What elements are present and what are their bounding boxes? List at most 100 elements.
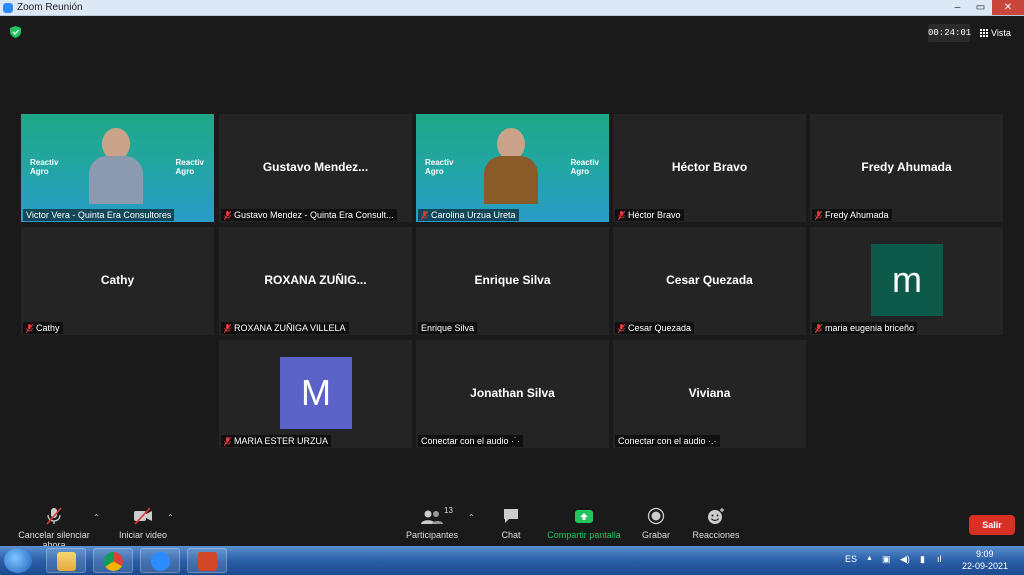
mic-muted-icon [421,210,428,220]
participant-caption-text: Carolina Urzua Ureta [431,210,516,220]
record-button[interactable]: Grabar [638,507,674,540]
mic-muted-icon [224,210,231,220]
view-button[interactable]: Vista [980,24,1011,42]
participant-tile[interactable]: Reactiv Agro Reactiv Agro Carolina Urzua Ure… [416,114,609,222]
participant-name: Enrique Silva [474,273,551,287]
participant-caption: Cathy [23,322,63,334]
zoom-window: Zoom Reunión – ▭ ✕ 00:24:01 Vista Reacti… [0,0,1024,575]
participant-tile[interactable]: Viviana Conectar con el audio ·.· [613,340,806,448]
participant-caption: Fredy Ahumada [812,209,892,221]
view-label: Vista [991,28,1011,38]
participant-tile[interactable]: m maria eugenia briceño [810,227,1003,335]
participant-caption: Gustavo Mendez - Quinta Era Consult... [221,209,397,221]
battery-icon[interactable]: ▮ [920,554,925,565]
start-video-button[interactable]: Iniciar video [115,507,171,540]
participant-caption-text: Enrique Silva [421,323,475,333]
leave-button[interactable]: Salir [969,515,1015,535]
participant-tile[interactable]: Cesar Quezada Cesar Quezada [613,227,806,335]
signal-icon[interactable]: ıl [937,554,942,564]
participant-tile[interactable]: Jonathan Silva Conectar con el audio ·˙· [416,340,609,448]
zoom-app-icon [3,3,13,13]
participant-caption: Conectar con el audio ·.· [615,435,720,447]
participant-caption: Cesar Quezada [615,322,695,334]
participant-caption: Victor Vera - Quinta Era Consultores [23,209,175,221]
tray-chevron-icon[interactable]: ▲ [866,555,873,562]
title-bar: Zoom Reunión – ▭ ✕ [0,0,1024,16]
participants-label: Participantes [405,530,459,540]
unmute-button[interactable]: Cancelar silenciar ahora [6,507,102,550]
close-button[interactable]: ✕ [992,0,1024,15]
participant-avatar: M [280,357,352,429]
participant-caption-text: ROXANA ZUÑIGA VILLELA [234,323,346,333]
chevron-up-icon[interactable]: ⌃ [167,513,174,522]
participant-caption: Héctor Bravo [615,209,684,221]
participant-caption-text: Conectar con el audio ·˙· [421,436,521,446]
video-logo-text: Reactiv Agro [30,158,59,176]
participant-caption-text: maria eugenia briceño [825,323,915,333]
participant-tile[interactable]: Reactiv Agro Reactiv Agro Victor Vera - Quin… [21,114,214,222]
network-icon[interactable]: ▣ [882,554,891,565]
participant-name: Cathy [100,273,135,287]
person-silhouette [484,128,538,208]
smiley-icon [708,508,724,524]
participant-caption: Enrique Silva [418,322,478,334]
participant-caption-text: Victor Vera - Quinta Era Consultores [26,210,172,220]
participant-caption: Conectar con el audio ·˙· [418,435,524,447]
participant-avatar: m [871,244,943,316]
chat-button[interactable]: Chat [492,507,530,540]
mic-muted-icon [224,323,231,333]
mic-muted-icon [618,210,625,220]
participant-tile[interactable]: Gustavo Mendez... Gustavo Mendez - Quinta… [219,114,412,222]
participant-name: ROXANA ZUÑIG... [264,273,367,287]
chrome-taskbar-button[interactable] [93,548,133,573]
mic-muted-icon [26,323,33,333]
minimize-button[interactable]: – [946,0,969,15]
presentation-taskbar-button[interactable] [187,548,227,573]
participant-name: Viviana [688,386,731,400]
video-logo-text: Reactiv Agro [175,158,204,176]
reactions-label: Reacciones [692,530,740,540]
language-indicator[interactable]: ES [845,554,857,564]
grid-view-icon [980,29,988,37]
windows-taskbar: ES ▲ ▣ ◀) ▮ ıl 9:09 22-09-2021 [0,546,1024,575]
participants-count: 13 [444,506,453,515]
record-icon [647,507,665,525]
participants-icon [421,510,443,524]
zoom-taskbar-button[interactable] [140,548,180,573]
participant-caption-text: Cesar Quezada [628,323,692,333]
mic-muted-icon [815,210,822,220]
participants-button[interactable]: 13 Participantes [402,506,462,540]
chevron-up-icon[interactable]: ⌃ [468,513,475,522]
video-logo-text: Reactiv Agro [425,158,454,176]
maximize-button[interactable]: ▭ [969,0,992,15]
windows-start-button[interactable] [4,548,32,573]
participant-tile[interactable]: Fredy Ahumada Fredy Ahumada [810,114,1003,222]
zoom-icon [151,552,170,571]
person-silhouette [89,128,143,208]
participant-caption: MARIA ESTER URZUA [221,435,332,447]
participant-tile[interactable]: Cathy Cathy [21,227,214,335]
participant-caption: Carolina Urzua Ureta [418,209,519,221]
clock-date[interactable]: 22-09-2021 [962,561,1008,571]
participant-caption: ROXANA ZUÑIGA VILLELA [221,322,349,334]
participant-tile[interactable]: ROXANA ZUÑIG... ROXANA ZUÑIGA VILLELA [219,227,412,335]
participant-name: Cesar Quezada [666,273,753,287]
mic-off-icon [46,507,62,525]
chevron-up-icon[interactable]: ⌃ [93,513,100,522]
participant-caption: maria eugenia briceño [812,322,918,334]
shield-icon[interactable] [10,26,21,38]
participant-tile[interactable]: Enrique Silva Enrique Silva [416,227,609,335]
chrome-icon [104,552,123,571]
mic-muted-icon [618,323,625,333]
share-screen-button[interactable]: Compartir pantalla [542,507,626,540]
participant-name: Héctor Bravo [671,160,748,174]
reactions-button[interactable]: Reacciones [688,507,744,540]
participant-caption-text: Héctor Bravo [628,210,681,220]
file-explorer-taskbar-button[interactable] [46,548,86,573]
participant-caption-text: MARIA ESTER URZUA [234,436,329,446]
record-label: Grabar [641,530,670,540]
participant-tile[interactable]: M MARIA ESTER URZUA [219,340,412,448]
participant-tile[interactable]: Héctor Bravo Héctor Bravo [613,114,806,222]
volume-icon[interactable]: ◀) [900,554,910,565]
clock-time[interactable]: 9:09 [976,549,994,559]
